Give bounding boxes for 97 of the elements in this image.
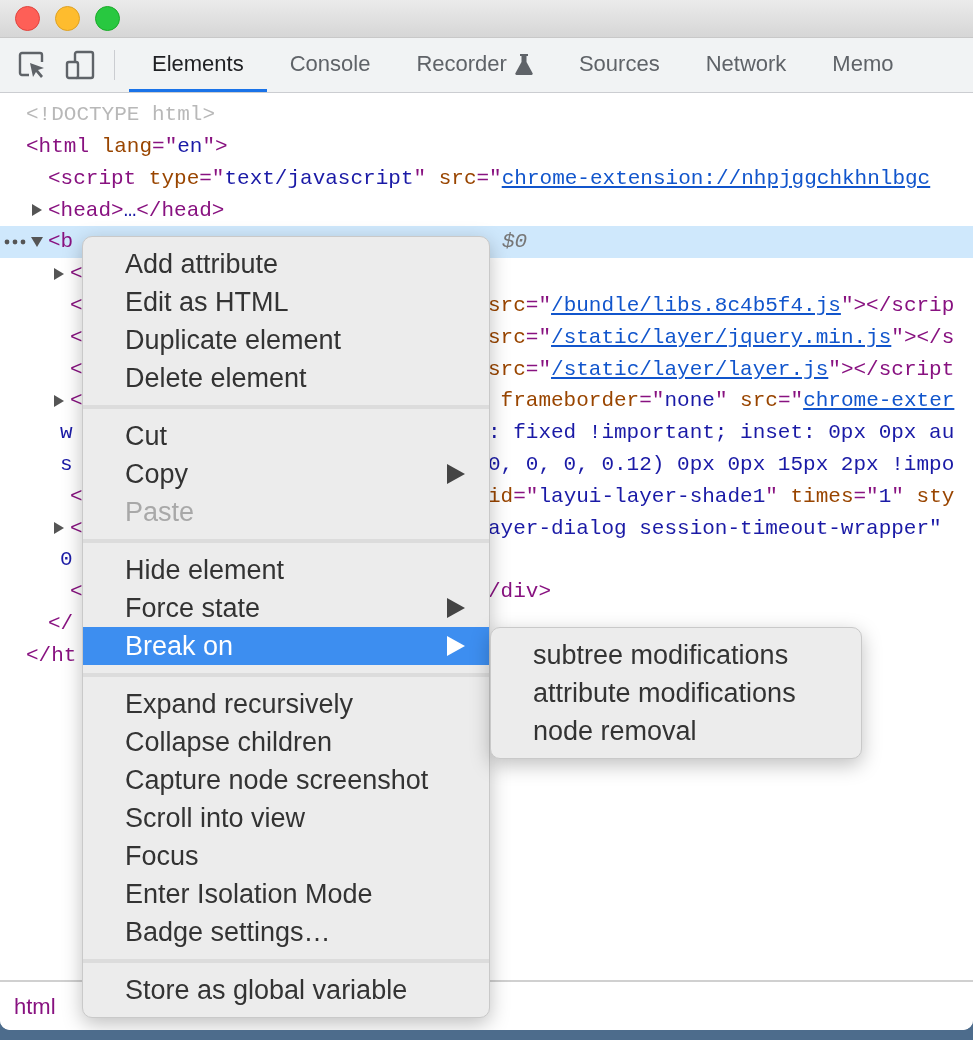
panel-tab[interactable]: Recorder — [393, 38, 556, 92]
code-token: sty — [915, 484, 955, 508]
code-token: … — [123, 197, 137, 224]
code-token: =" — [777, 389, 804, 413]
code-token: layui-layer-shade1 — [538, 484, 766, 508]
code-token: < — [70, 356, 83, 383]
menu-item[interactable]: Enter Isolation Mode — [83, 875, 489, 913]
code-token: : fixed !important; inset: 0px 0px au — [488, 421, 955, 445]
code-token: src — [488, 357, 526, 381]
code-token: <!DOCTYPE html> — [26, 102, 216, 129]
code-token: < — [70, 483, 83, 510]
code-token: /div> — [488, 580, 551, 604]
close-button[interactable] — [15, 6, 40, 31]
code-token: s — [60, 451, 73, 478]
code-token[interactable]: /static/layer/jquery.min.js — [551, 325, 892, 349]
code-token: < — [70, 261, 83, 288]
code-token: 1 — [878, 484, 892, 508]
panel-tab[interactable]: Elements — [129, 38, 267, 92]
more-actions-icon[interactable] — [4, 239, 26, 246]
code-token: "></scrip — [840, 293, 955, 317]
code-token: frameborder — [499, 389, 640, 413]
code-token: <head> — [48, 197, 124, 224]
code-token: =" — [476, 165, 502, 192]
code-token[interactable]: /bundle/libs.8c4b5f4.js — [551, 293, 841, 317]
panel-tab[interactable]: Memo — [809, 38, 917, 92]
menu-item[interactable]: Capture node screenshot — [83, 761, 489, 799]
menu-item[interactable]: Badge settings… — [83, 913, 489, 951]
code-token: < — [70, 579, 83, 606]
code-token: ayer-dialog session-timeout-wrapper" — [488, 516, 942, 540]
code-token: src — [488, 293, 526, 317]
collapsed-triangle-icon[interactable] — [31, 204, 43, 217]
code-token: w — [60, 420, 73, 447]
breadcrumb-item[interactable]: html — [14, 989, 56, 1023]
collapsed-triangle-icon[interactable] — [53, 395, 65, 408]
collapsed-triangle-icon[interactable] — [53, 522, 65, 535]
code-token: "></script — [828, 357, 955, 381]
devices-icon — [64, 49, 96, 81]
code-token: <b — [48, 229, 74, 256]
code-token: </ — [48, 610, 74, 637]
code-token: none — [664, 389, 715, 413]
code-token: =" — [513, 484, 539, 508]
code-token: =" — [525, 293, 552, 317]
code-token: text/javascript — [224, 165, 414, 192]
code-token: <html — [26, 133, 89, 160]
menu-item[interactable]: Hide element — [83, 551, 489, 589]
code-token: < — [70, 324, 83, 351]
code-token: id — [488, 484, 514, 508]
code-token[interactable]: chrome-extension://nhpjggchkhnlbgc — [501, 162, 931, 195]
panel-tab[interactable]: Network — [682, 38, 810, 92]
code-token: " — [413, 165, 427, 192]
menu-item[interactable]: Collapse children — [83, 723, 489, 761]
code-token: =" — [853, 484, 879, 508]
menu-item[interactable]: Cut — [83, 417, 489, 455]
menu-item[interactable]: Delete element — [83, 359, 489, 397]
code-token: " — [714, 389, 728, 413]
code-token: =" — [639, 389, 665, 413]
menu-item[interactable]: Force state — [83, 589, 489, 627]
code-token: 0 — [60, 547, 73, 574]
expanded-triangle-icon[interactable] — [31, 236, 43, 249]
code-token: "></s — [891, 325, 955, 349]
code-token: " — [765, 484, 778, 508]
collapsed-triangle-icon[interactable] — [53, 267, 65, 280]
code-token: < — [70, 388, 83, 415]
code-token: < — [70, 292, 83, 319]
panel-tab[interactable]: Console — [266, 38, 394, 92]
code-token: =" — [525, 325, 552, 349]
menu-item[interactable]: attribute modifications — [491, 674, 861, 712]
code-token: < — [70, 515, 83, 542]
menu-item[interactable]: Copy — [83, 455, 489, 493]
menu-item[interactable]: Scroll into view — [83, 799, 489, 837]
code-token: src — [437, 165, 477, 192]
code-token: "> — [202, 133, 228, 160]
code-token: $0 — [502, 230, 528, 254]
code-token[interactable]: /static/layer/layer.js — [551, 357, 829, 381]
code-token: " — [891, 484, 904, 508]
menu-item[interactable]: Add attribute — [83, 245, 489, 283]
code-token: src — [739, 389, 778, 413]
menu-item[interactable]: Expand recursively — [83, 685, 489, 723]
code-token: src — [488, 325, 526, 349]
code-token: =" — [199, 165, 225, 192]
code-token: =" — [152, 133, 178, 160]
menu-item[interactable]: Focus — [83, 837, 489, 875]
code-token: </ht — [26, 642, 77, 669]
menu-item[interactable]: subtree modifications — [491, 636, 861, 674]
code-token: =" — [525, 357, 552, 381]
code-token[interactable]: chrome-exter — [803, 389, 955, 413]
code-token: lang — [100, 133, 153, 160]
code-token: en — [177, 133, 203, 160]
menu-item[interactable]: Duplicate element — [83, 321, 489, 359]
code-token: <script — [48, 165, 137, 192]
panel-tab[interactable]: Sources — [555, 38, 683, 92]
code-token: type — [147, 165, 200, 192]
menu-item[interactable]: Store as global variable — [83, 971, 489, 1009]
code-token: </head> — [136, 197, 225, 224]
menu-item[interactable]: Edit as HTML — [83, 283, 489, 321]
menu-item[interactable]: node removal — [491, 712, 861, 750]
code-token: times — [789, 484, 854, 508]
